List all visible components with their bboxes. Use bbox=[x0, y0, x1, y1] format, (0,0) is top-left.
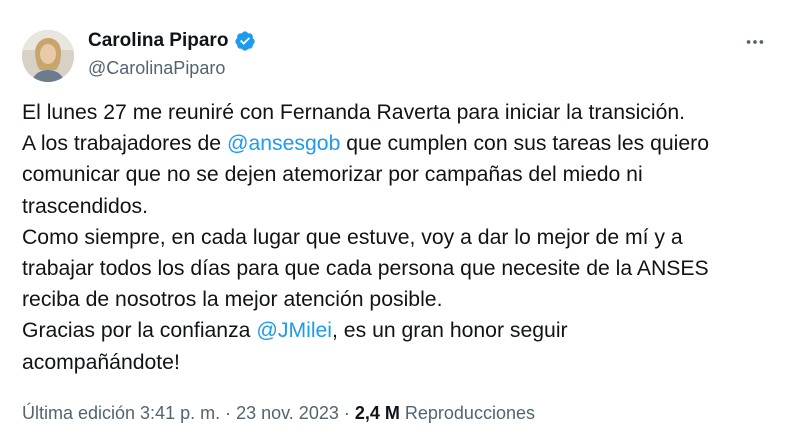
mention-link-ansesgob[interactable]: @ansesgob bbox=[227, 132, 340, 155]
tweet-metadata: Última edición 3:41 p. m. · 23 nov. 2023… bbox=[22, 403, 535, 424]
tweet-text-span: que cumplen con sus tareas les quiero bbox=[340, 132, 709, 156]
views-label: Reproducciones bbox=[399, 403, 535, 423]
author-name[interactable]: Carolina Piparo bbox=[88, 30, 228, 52]
tweet-line: trascendidos. bbox=[22, 194, 149, 218]
verified-badge-icon bbox=[235, 31, 256, 51]
tweet-text-span: A los trabajadores de bbox=[22, 132, 227, 156]
mention-link-jmilei[interactable]: @JMilei bbox=[256, 319, 332, 342]
meta-separator: · bbox=[220, 403, 237, 423]
tweet-date[interactable]: 23 nov. 2023 bbox=[236, 403, 339, 423]
edited-timestamp-link[interactable]: Última edición 3:41 p. m. bbox=[22, 403, 220, 423]
tweet-line: El lunes 27 me reuniré con Fernanda Rave… bbox=[22, 101, 686, 124]
meta-separator: · bbox=[338, 403, 355, 423]
more-horizontal-icon[interactable] bbox=[738, 28, 772, 56]
tweet-text: El lunes 27 me reuniré con Fernanda Rave… bbox=[22, 97, 772, 378]
avatar[interactable] bbox=[22, 30, 74, 82]
tweet-line: Gracias por la confianza @JMilei, es un … bbox=[22, 315, 772, 346]
tweet-line: reciba de nosotros la mejor atención pos… bbox=[22, 288, 443, 312]
tweet-text-span: , es un gran honor seguir bbox=[332, 319, 568, 343]
tweet-line: trabajar todos los días para que cada pe… bbox=[22, 256, 709, 280]
tweet-text-span: Gracias por la confianza bbox=[22, 319, 257, 343]
tweet-line: A los trabajadores de @ansesgob que cump… bbox=[22, 128, 772, 159]
tweet-card: Carolina Piparo @CarolinaPiparo El lunes… bbox=[0, 0, 790, 444]
tweet-line: Como siempre, en cada lugar que estuve, … bbox=[22, 225, 683, 249]
tweet-line: acompañándote! bbox=[22, 350, 180, 374]
author-name-row: Carolina Piparo bbox=[88, 30, 256, 52]
views-count: 2,4 M bbox=[354, 403, 400, 423]
author-handle[interactable]: @CarolinaPiparo bbox=[88, 58, 225, 79]
tweet-line: comunicar que no se dejen atemorizar por… bbox=[22, 163, 643, 187]
